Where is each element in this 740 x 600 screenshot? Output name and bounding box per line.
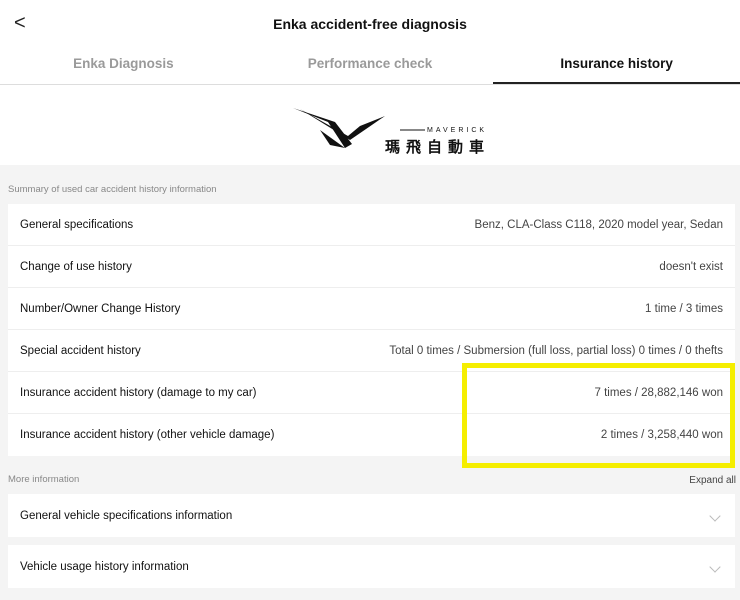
tab-insurance-history[interactable]: Insurance history bbox=[493, 45, 740, 84]
header-area: < Enka accident-free diagnosis Enka Diag… bbox=[0, 0, 740, 165]
logo-text-zh: 瑪飛自動車 bbox=[385, 138, 490, 155]
row-label: General specifications bbox=[20, 218, 134, 231]
more-info-label: More information bbox=[8, 474, 80, 485]
accordion-usage-history[interactable]: Vehicle usage history information bbox=[8, 545, 735, 588]
table-row: Change of use history doesn't exist bbox=[8, 246, 735, 288]
chevron-down-icon bbox=[709, 509, 721, 522]
row-label: Insurance accident history (damage to my… bbox=[20, 386, 257, 399]
accordion-general-specs[interactable]: General vehicle specifications informati… bbox=[8, 494, 735, 537]
chevron-down-icon bbox=[709, 560, 721, 573]
logo-text-en: MAVERICK bbox=[427, 127, 487, 134]
tab-bar: Enka Diagnosis Performance check Insuran… bbox=[0, 45, 740, 85]
highlight-box bbox=[462, 363, 735, 468]
row-label: Change of use history bbox=[20, 260, 132, 273]
row-label: Insurance accident history (other vehicl… bbox=[20, 429, 275, 441]
row-value: Benz, CLA-Class C118, 2020 model year, S… bbox=[474, 218, 723, 231]
tab-performance-check[interactable]: Performance check bbox=[247, 45, 494, 84]
row-value: 1 time / 3 times bbox=[645, 302, 723, 315]
row-label: Special accident history bbox=[20, 344, 141, 357]
accordion-label: General vehicle specifications informati… bbox=[20, 509, 233, 522]
summary-section-label: Summary of used car accident history inf… bbox=[8, 184, 217, 195]
accordion-label: Vehicle usage history information bbox=[20, 560, 189, 573]
maverick-logo: MAVERICK 瑪飛自動車 bbox=[293, 108, 490, 155]
page-title: Enka accident-free diagnosis bbox=[273, 16, 467, 32]
row-value: Total 0 times / Submersion (full loss, p… bbox=[389, 344, 723, 357]
expand-all-button[interactable]: Expand all bbox=[689, 475, 736, 486]
row-value: doesn't exist bbox=[659, 260, 723, 273]
table-row: Number/Owner Change History 1 time / 3 ti… bbox=[8, 288, 735, 330]
tab-enka-diagnosis[interactable]: Enka Diagnosis bbox=[0, 45, 247, 84]
table-row: General specifications Benz, CLA-Class C1… bbox=[8, 204, 735, 246]
row-label: Number/Owner Change History bbox=[20, 302, 181, 315]
